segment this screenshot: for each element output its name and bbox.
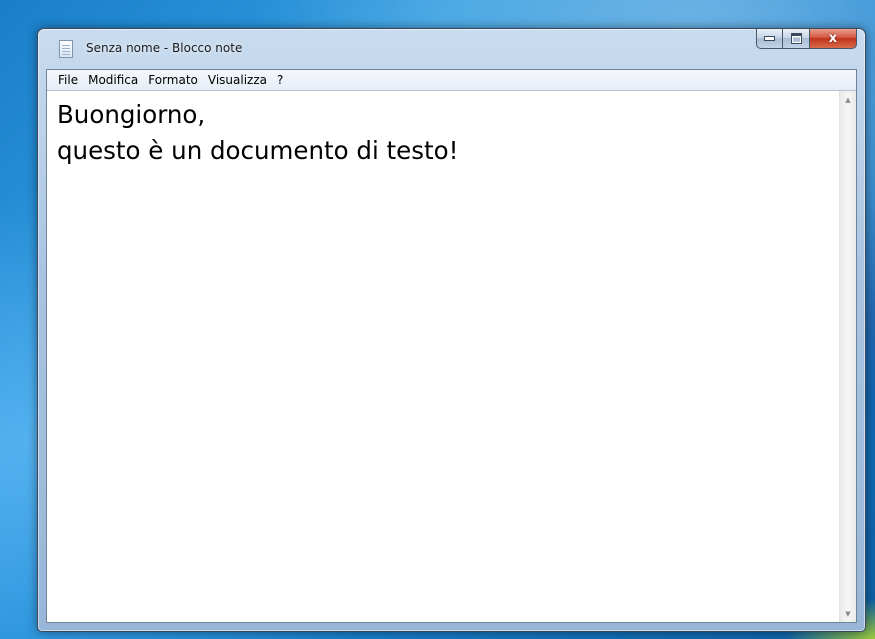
maximize-icon <box>790 33 802 44</box>
notepad-window: Senza nome - Blocco note x File Modifica… <box>37 28 866 632</box>
scroll-down-arrow-icon[interactable]: ▼ <box>840 605 856 622</box>
close-icon: x <box>828 31 838 46</box>
menu-formato[interactable]: Formato <box>143 70 203 90</box>
close-button[interactable]: x <box>810 29 857 49</box>
minimize-button[interactable] <box>756 29 783 49</box>
client-area: File Modifica Formato Visualizza ? Buong… <box>46 69 857 623</box>
scroll-up-arrow-icon[interactable]: ▲ <box>840 91 856 108</box>
menu-file[interactable]: File <box>53 70 83 90</box>
editor-line: questo è un documento di testo! <box>57 136 459 165</box>
menu-modifica[interactable]: Modifica <box>83 70 143 90</box>
notepad-icon[interactable] <box>59 40 73 58</box>
vertical-scrollbar[interactable]: ▲ ▼ <box>839 91 856 622</box>
menu-bar: File Modifica Formato Visualizza ? <box>47 70 856 91</box>
caption-buttons: x <box>756 29 857 49</box>
menu-help[interactable]: ? <box>272 70 288 90</box>
text-editor[interactable]: Buongiorno, questo è un documento di test… <box>47 91 839 622</box>
menu-visualizza[interactable]: Visualizza <box>203 70 272 90</box>
title-bar[interactable]: Senza nome - Blocco note x <box>38 29 865 69</box>
editor-line: Buongiorno, <box>57 100 206 129</box>
window-title: Senza nome - Blocco note <box>86 41 243 55</box>
maximize-button[interactable] <box>783 29 810 49</box>
minimize-icon <box>764 36 775 41</box>
